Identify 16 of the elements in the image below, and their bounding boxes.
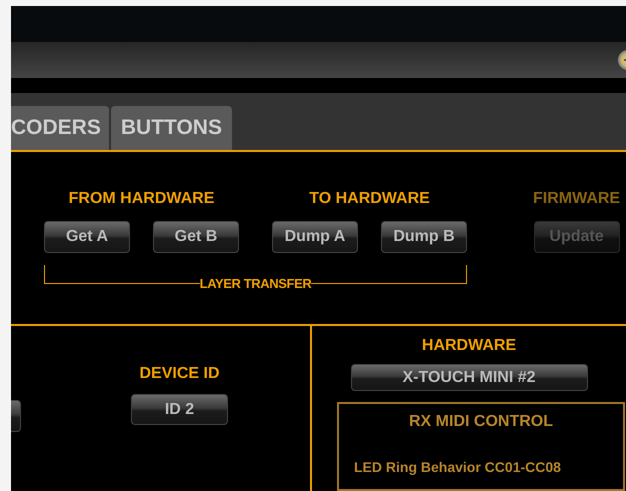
action-button[interactable]: Get A [44, 221, 130, 253]
hardware-select-button[interactable]: X-TOUCH MINI #2 [350, 364, 588, 392]
section-label: HARDWARE [422, 336, 516, 356]
section-label: TO HARDWARE [309, 189, 430, 209]
section-label: FROM HARDWARE [68, 189, 214, 209]
midi-setting-label: LED Ring Behavior CC01-CC08 [354, 459, 562, 476]
action-button[interactable]: Dump A [272, 221, 358, 253]
section-label: FIRMWARE [533, 189, 620, 209]
device-id-button[interactable]: ID 2 [131, 394, 228, 425]
action-button[interactable]: Get B [153, 221, 239, 253]
section-label: DEVICE ID [139, 364, 220, 384]
panel-title: RX MIDI CONTROL [408, 413, 554, 432]
tab[interactable]: BUTTONS [110, 106, 232, 150]
tab[interactable]: CODERS [11, 106, 109, 150]
bracket-label: LAYER TRANSFER [200, 275, 312, 293]
action-button[interactable]: Dump B [381, 221, 467, 253]
